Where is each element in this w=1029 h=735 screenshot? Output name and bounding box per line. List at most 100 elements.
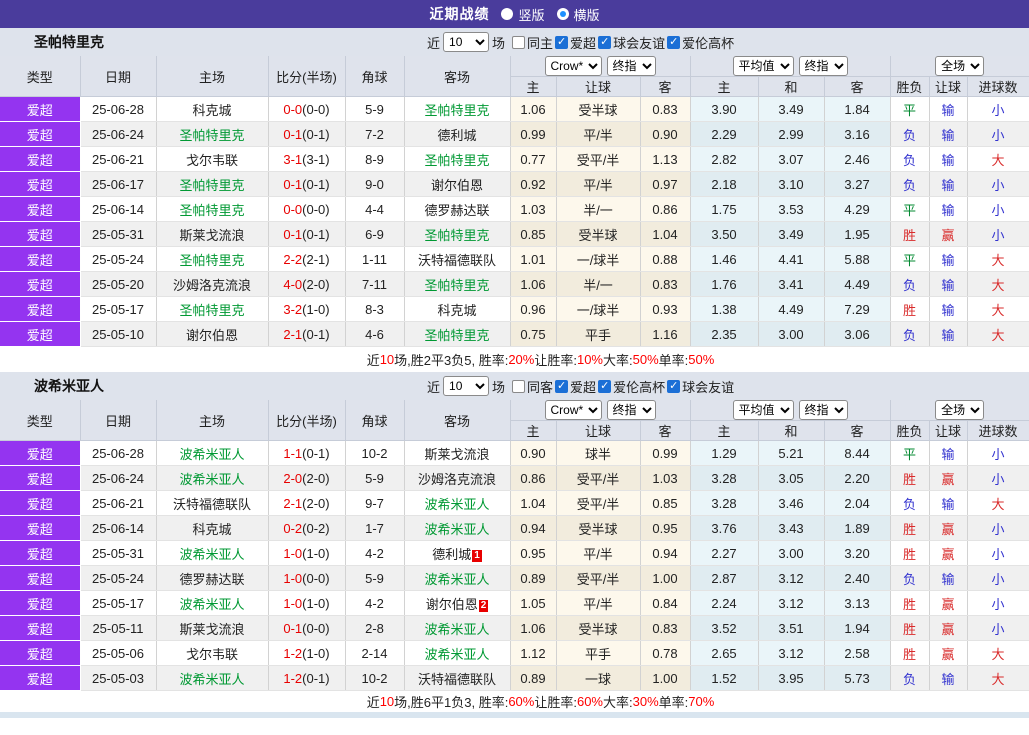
match-count-select[interactable]: 10: [443, 376, 490, 396]
checkbox-icon[interactable]: [555, 379, 569, 393]
full-match-group: 全场: [890, 56, 1029, 77]
checkbox-icon[interactable]: [667, 379, 681, 393]
final-index-select-2[interactable]: 终指: [798, 400, 848, 420]
crow-home-odds: 0.95: [510, 540, 557, 566]
score-cell: 0-1(0-1): [268, 121, 346, 147]
away-team-cell: 谢尔伯恩 2: [404, 590, 511, 616]
match-count-select[interactable]: 10: [443, 32, 490, 52]
crow-handicap: 一/球半: [556, 296, 641, 322]
crow-handicap: 受平/半: [556, 490, 641, 516]
result-win-draw-lose: 负: [890, 121, 930, 147]
avg-away-odds: 3.27: [824, 171, 891, 197]
fulltime-score: 1-1: [283, 445, 303, 461]
filter-checkbox[interactable]: 爱伦高杯: [667, 33, 734, 52]
summary-segment: 大率:: [603, 695, 633, 710]
result-win-draw-lose: 负: [890, 490, 930, 516]
fulltime-score: 1-2: [283, 670, 303, 686]
filter-checkbox[interactable]: 爱超: [555, 377, 596, 396]
avg-draw-odds: 4.41: [758, 246, 825, 272]
score-cell: 0-1(0-1): [268, 171, 346, 197]
average-select[interactable]: 平均值: [732, 400, 794, 420]
checkbox-icon[interactable]: [598, 35, 612, 49]
result-win-draw-lose: 胜: [890, 615, 930, 641]
crow-away-odds: 0.83: [640, 271, 691, 297]
layout-option-horizontal[interactable]: 横版: [556, 5, 600, 24]
match-row: 爱超 25-06-24 波希米亚人 2-0(2-0) 5-9 沙姆洛克流浪 0.86 受平/半…: [0, 465, 1029, 491]
home-team-name: 波希米亚人: [179, 471, 245, 487]
crow-handicap: 平/半: [556, 121, 641, 147]
crow-company-select[interactable]: Crow*: [544, 56, 602, 76]
away-team-cell: 波希米亚人: [404, 640, 511, 666]
away-team-name: 波希米亚人: [424, 496, 490, 512]
crow-home-odds: 0.89: [510, 665, 557, 691]
match-date: 25-06-21: [80, 490, 157, 516]
checkbox-icon[interactable]: [512, 35, 526, 49]
col-header-handicap-result: 让球: [929, 76, 968, 97]
corner-cell: 8-3: [345, 296, 405, 322]
page-header: 近期战绩 竖版 横版: [0, 0, 1029, 28]
filter-checkbox[interactable]: 球会友谊: [667, 377, 734, 396]
away-team-cell: 波希米亚人: [404, 515, 511, 541]
league-badge: 爱超: [0, 196, 81, 222]
league-badge: 爱超: [0, 465, 81, 491]
games-label: 场: [492, 35, 506, 51]
avg-away-odds: 7.29: [824, 296, 891, 322]
away-team-cell: 德利城: [404, 121, 511, 147]
filter-checkbox[interactable]: 同客: [512, 377, 553, 396]
full-match-select[interactable]: 全场: [935, 400, 985, 420]
home-team-cell: 圣帕特里克: [156, 171, 269, 197]
filter-checkbox[interactable]: 同主: [512, 33, 553, 52]
fulltime-score: 0-1: [283, 126, 303, 142]
checkbox-icon[interactable]: [598, 379, 612, 393]
away-team-name: 科克城: [437, 302, 477, 318]
score-cell: 0-0(0-0): [268, 96, 346, 122]
avg-draw-odds: 3.49: [758, 221, 825, 247]
home-team-cell: 沙姆洛克流浪: [156, 271, 269, 297]
radio-icon-vertical[interactable]: [501, 8, 514, 20]
league-badge: 爱超: [0, 615, 81, 641]
col-header-score: 比分(半场): [268, 56, 346, 97]
result-goals: 大: [967, 246, 1029, 272]
col-header-home: 主场: [156, 56, 269, 97]
avg-draw-odds: 3.05: [758, 465, 825, 491]
crow-company-select[interactable]: Crow*: [544, 400, 602, 420]
crow-home-odds: 0.99: [510, 121, 557, 147]
checkbox-icon[interactable]: [555, 35, 569, 49]
away-team-cell: 德利城 1: [404, 540, 511, 566]
final-index-select[interactable]: 终指: [606, 400, 656, 420]
col-header-type: 类型: [0, 400, 81, 441]
filter-checkbox[interactable]: 球会友谊: [598, 33, 665, 52]
match-row: 爱超 25-05-10 谢尔伯恩 2-1(0-1) 4-6 圣帕特里克 0.75 平手 1.16…: [0, 321, 1029, 347]
home-team-cell: 波希米亚人: [156, 465, 269, 491]
halftime-score: (0-1): [302, 326, 330, 342]
corner-cell: 10-2: [345, 440, 405, 466]
summary-segment: 让胜率:: [534, 353, 577, 368]
home-team-name: 波希米亚人: [179, 546, 245, 562]
halftime-score: (1-0): [302, 595, 330, 611]
home-team-name: 波希米亚人: [179, 596, 245, 612]
filter-checkbox-label: 同客: [527, 379, 554, 395]
away-team-name: 沙姆洛克流浪: [417, 471, 496, 487]
crow-home-odds: 1.12: [510, 640, 557, 666]
corner-cell: 1-11: [345, 246, 405, 272]
corner-cell: 4-2: [345, 540, 405, 566]
crow-home-odds: 1.06: [510, 96, 557, 122]
final-index-select-2[interactable]: 终指: [798, 56, 848, 76]
crow-home-odds: 0.85: [510, 221, 557, 247]
checkbox-icon[interactable]: [512, 379, 526, 393]
average-select[interactable]: 平均值: [732, 56, 794, 76]
layout-option-vertical[interactable]: 竖版: [501, 5, 545, 24]
checkbox-icon[interactable]: [667, 35, 681, 49]
avg-draw-odds: 3.12: [758, 590, 825, 616]
final-index-select[interactable]: 终指: [606, 56, 656, 76]
radio-icon-horizontal[interactable]: [556, 8, 569, 20]
filter-checkbox[interactable]: 爱伦高杯: [598, 377, 665, 396]
result-handicap: 输: [929, 96, 968, 122]
full-match-select[interactable]: 全场: [935, 56, 985, 76]
avg-away-odds: 4.29: [824, 196, 891, 222]
summary-segment: 近: [366, 695, 380, 710]
score-cell: 4-0(2-0): [268, 271, 346, 297]
matches-table: 类型 日期 主场 比分(半场) 角球 客场 Crow* 终指 平均值 终指 全场…: [0, 400, 1029, 691]
filter-checkbox[interactable]: 爱超: [555, 33, 596, 52]
team-name: 圣帕特里克: [34, 34, 104, 50]
